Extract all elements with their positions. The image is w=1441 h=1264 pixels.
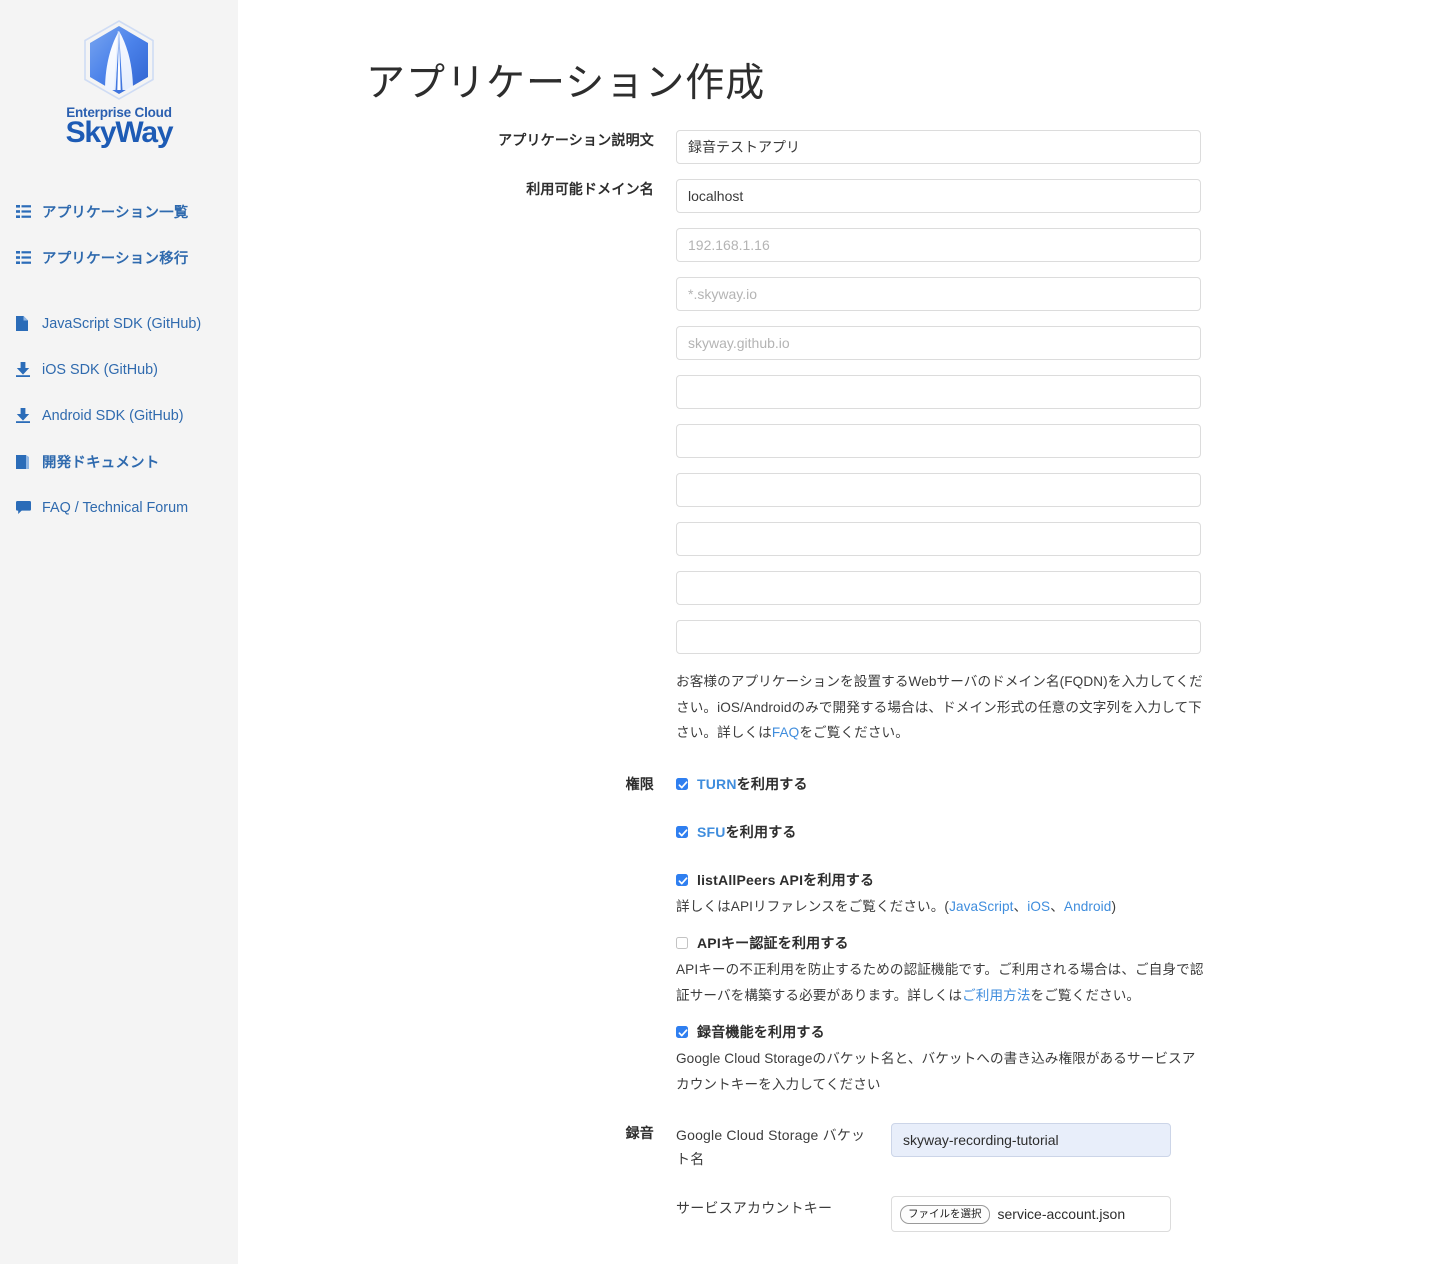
permission-sfu-row: SFUを利用する <box>676 822 1201 842</box>
service-account-key-label: サービスアカウントキー <box>676 1200 833 1216</box>
bucket-row: Google Cloud Storage バケット名 <box>676 1123 1196 1171</box>
permission-recording-row: 録音機能を利用する <box>676 1022 1201 1042</box>
apikey-note-part2: をご覧ください。 <box>1030 987 1141 1003</box>
sfu-link[interactable]: SFU <box>697 824 726 840</box>
sidebar-nav: アプリケーション一覧 アプリケーション移行 JavaScript SDK (Gi… <box>0 201 238 519</box>
domains-help-part1: お客様のアプリケーションを設置するWebサーバのドメイン名(FQDN)を入力して… <box>676 674 1203 740</box>
domains-help-part2: をご覧ください。 <box>799 725 909 740</box>
application-create-form: アプリケーション説明文 利用可能ドメイン名 <box>238 130 1441 1232</box>
sfu-label-rest: を利用する <box>725 823 797 840</box>
domain-input-2[interactable] <box>676 228 1201 262</box>
chosen-file-name: service-account.json <box>997 1206 1126 1222</box>
permissions-label: 権限 <box>625 775 654 792</box>
sidebar-item-application-migration[interactable]: アプリケーション移行 <box>0 247 238 269</box>
domain-input-3[interactable] <box>676 277 1201 311</box>
domain-input-10[interactable] <box>676 620 1201 654</box>
form-row-description: アプリケーション説明文 <box>238 130 1441 179</box>
logo-block: Enterprise Cloud SkyWay <box>0 18 238 157</box>
description-input[interactable] <box>676 130 1201 164</box>
turn-link[interactable]: TURN <box>697 776 737 792</box>
bucket-name-label: Google Cloud Storage バケット名 <box>676 1127 866 1167</box>
apikey-usage-link[interactable]: ご利用方法 <box>962 988 1030 1003</box>
sfu-label: SFUを利用する <box>697 822 797 842</box>
domains-help-text: お客様のアプリケーションを設置するWebサーバのドメイン名(FQDN)を入力して… <box>676 669 1208 746</box>
file-icon <box>16 316 35 332</box>
recording-label: 録音機能を利用する <box>697 1024 825 1040</box>
description-label: アプリケーション説明文 <box>498 132 654 148</box>
service-account-key-filebox[interactable]: ファイルを選択 service-account.json <box>891 1196 1171 1232</box>
domain-input-9[interactable] <box>676 571 1201 605</box>
sep-2: 、 <box>1050 898 1064 914</box>
recording-section-label: 録音 <box>625 1125 654 1141</box>
sidebar-item-label: iOS SDK (GitHub) <box>42 361 158 378</box>
domain-input-1[interactable] <box>676 179 1201 213</box>
listallpeers-label: listAllPeers APIを利用する <box>697 871 875 888</box>
apikey-label: APIキー認証を利用する <box>697 935 849 951</box>
javascript-api-link[interactable]: JavaScript <box>949 899 1013 914</box>
form-row-recording: 録音 Google Cloud Storage バケット名 サービスアカウントキ… <box>238 1123 1441 1232</box>
sidebar-item-android-sdk[interactable]: Android SDK (GitHub) <box>0 405 238 427</box>
listallpeers-checkbox[interactable] <box>676 873 688 886</box>
faq-link[interactable]: FAQ <box>772 725 800 740</box>
domain-input-5[interactable] <box>676 375 1201 409</box>
sidebar-item-application-list[interactable]: アプリケーション一覧 <box>0 201 238 223</box>
nav-divider-space <box>0 293 238 313</box>
sidebar-item-ios-sdk[interactable]: iOS SDK (GitHub) <box>0 359 238 381</box>
listallpeers-note-part1: 詳しくはAPIリファレンスをご覧ください。( <box>676 898 950 914</box>
sidebar-item-developer-document[interactable]: 開発ドキュメント <box>0 451 238 473</box>
domains-label: 利用可能ドメイン名 <box>526 181 654 197</box>
choose-file-button[interactable]: ファイルを選択 <box>900 1204 990 1224</box>
sidebar-item-label: FAQ / Technical Forum <box>42 499 189 516</box>
sidebar: Enterprise Cloud SkyWay アプリケーション一覧 アプリケー… <box>0 0 238 1264</box>
listallpeers-note-part2: ) <box>1111 898 1117 914</box>
domain-input-8[interactable] <box>676 522 1201 556</box>
permission-turn-row: TURNを利用する <box>676 774 1201 794</box>
sidebar-item-label: アプリケーション移行 <box>42 251 189 267</box>
comment-icon <box>16 500 35 516</box>
book-icon <box>16 454 35 470</box>
domain-input-6[interactable] <box>676 424 1201 458</box>
apikey-checkbox[interactable] <box>676 937 688 949</box>
list-icon <box>16 204 35 220</box>
sidebar-item-javascript-sdk[interactable]: JavaScript SDK (GitHub) <box>0 313 238 335</box>
domain-input-7[interactable] <box>676 473 1201 507</box>
sep-1: 、 <box>1013 898 1028 914</box>
sidebar-item-label: JavaScript SDK (GitHub) <box>42 315 202 332</box>
recording-checkbox[interactable] <box>676 1026 688 1038</box>
bucket-name-input[interactable] <box>891 1123 1171 1157</box>
turn-label: TURNを利用する <box>697 774 808 794</box>
listallpeers-note: 詳しくはAPIリファレンスをご覧ください。(JavaScript、iOS、And… <box>676 894 1208 920</box>
permission-apikey-row: APIキー認証を利用する <box>676 933 1201 953</box>
sidebar-item-label: Android SDK (GitHub) <box>42 407 184 424</box>
main-content: アプリケーション作成 アプリケーション説明文 利用可能ドメイン名 <box>238 0 1441 1264</box>
sidebar-item-label: アプリケーション一覧 <box>42 205 189 221</box>
turn-label-rest: を利用する <box>736 775 808 792</box>
skyway-hexagon-logo <box>84 20 154 100</box>
app-page: Enterprise Cloud SkyWay アプリケーション一覧 アプリケー… <box>0 0 1441 1264</box>
sfu-checkbox[interactable] <box>676 825 688 838</box>
form-row-domains: 利用可能ドメイン名 お客様のアプリケーションを設置するWebサーバのドメイン名(… <box>238 179 1441 746</box>
sidebar-item-faq-forum[interactable]: FAQ / Technical Forum <box>0 497 238 519</box>
turn-checkbox[interactable] <box>676 777 688 790</box>
download-icon <box>16 408 35 424</box>
apikey-note: APIキーの不正利用を防止するための認証機能です。ご利用される場合は、ご自身で認… <box>676 957 1208 1008</box>
list-icon <box>16 250 35 266</box>
download-icon <box>16 362 35 378</box>
ios-api-link[interactable]: iOS <box>1027 899 1050 914</box>
domain-input-4[interactable] <box>676 326 1201 360</box>
page-title: アプリケーション作成 <box>366 62 766 106</box>
android-api-link[interactable]: Android <box>1064 899 1112 914</box>
sidebar-item-label: 開発ドキュメント <box>42 455 160 471</box>
permission-listallpeers-row: listAllPeers APIを利用する <box>676 870 1201 890</box>
form-row-permissions: 権限 TURNを利用する SFUを利用する listAllPeers APIを利… <box>238 774 1441 1098</box>
logo-title: SkyWay <box>65 116 174 149</box>
service-key-row: サービスアカウントキー ファイルを選択 service-account.json <box>676 1196 1196 1232</box>
recording-note: Google Cloud Storageのバケット名と、バケットへの書き込み権限… <box>676 1051 1196 1092</box>
